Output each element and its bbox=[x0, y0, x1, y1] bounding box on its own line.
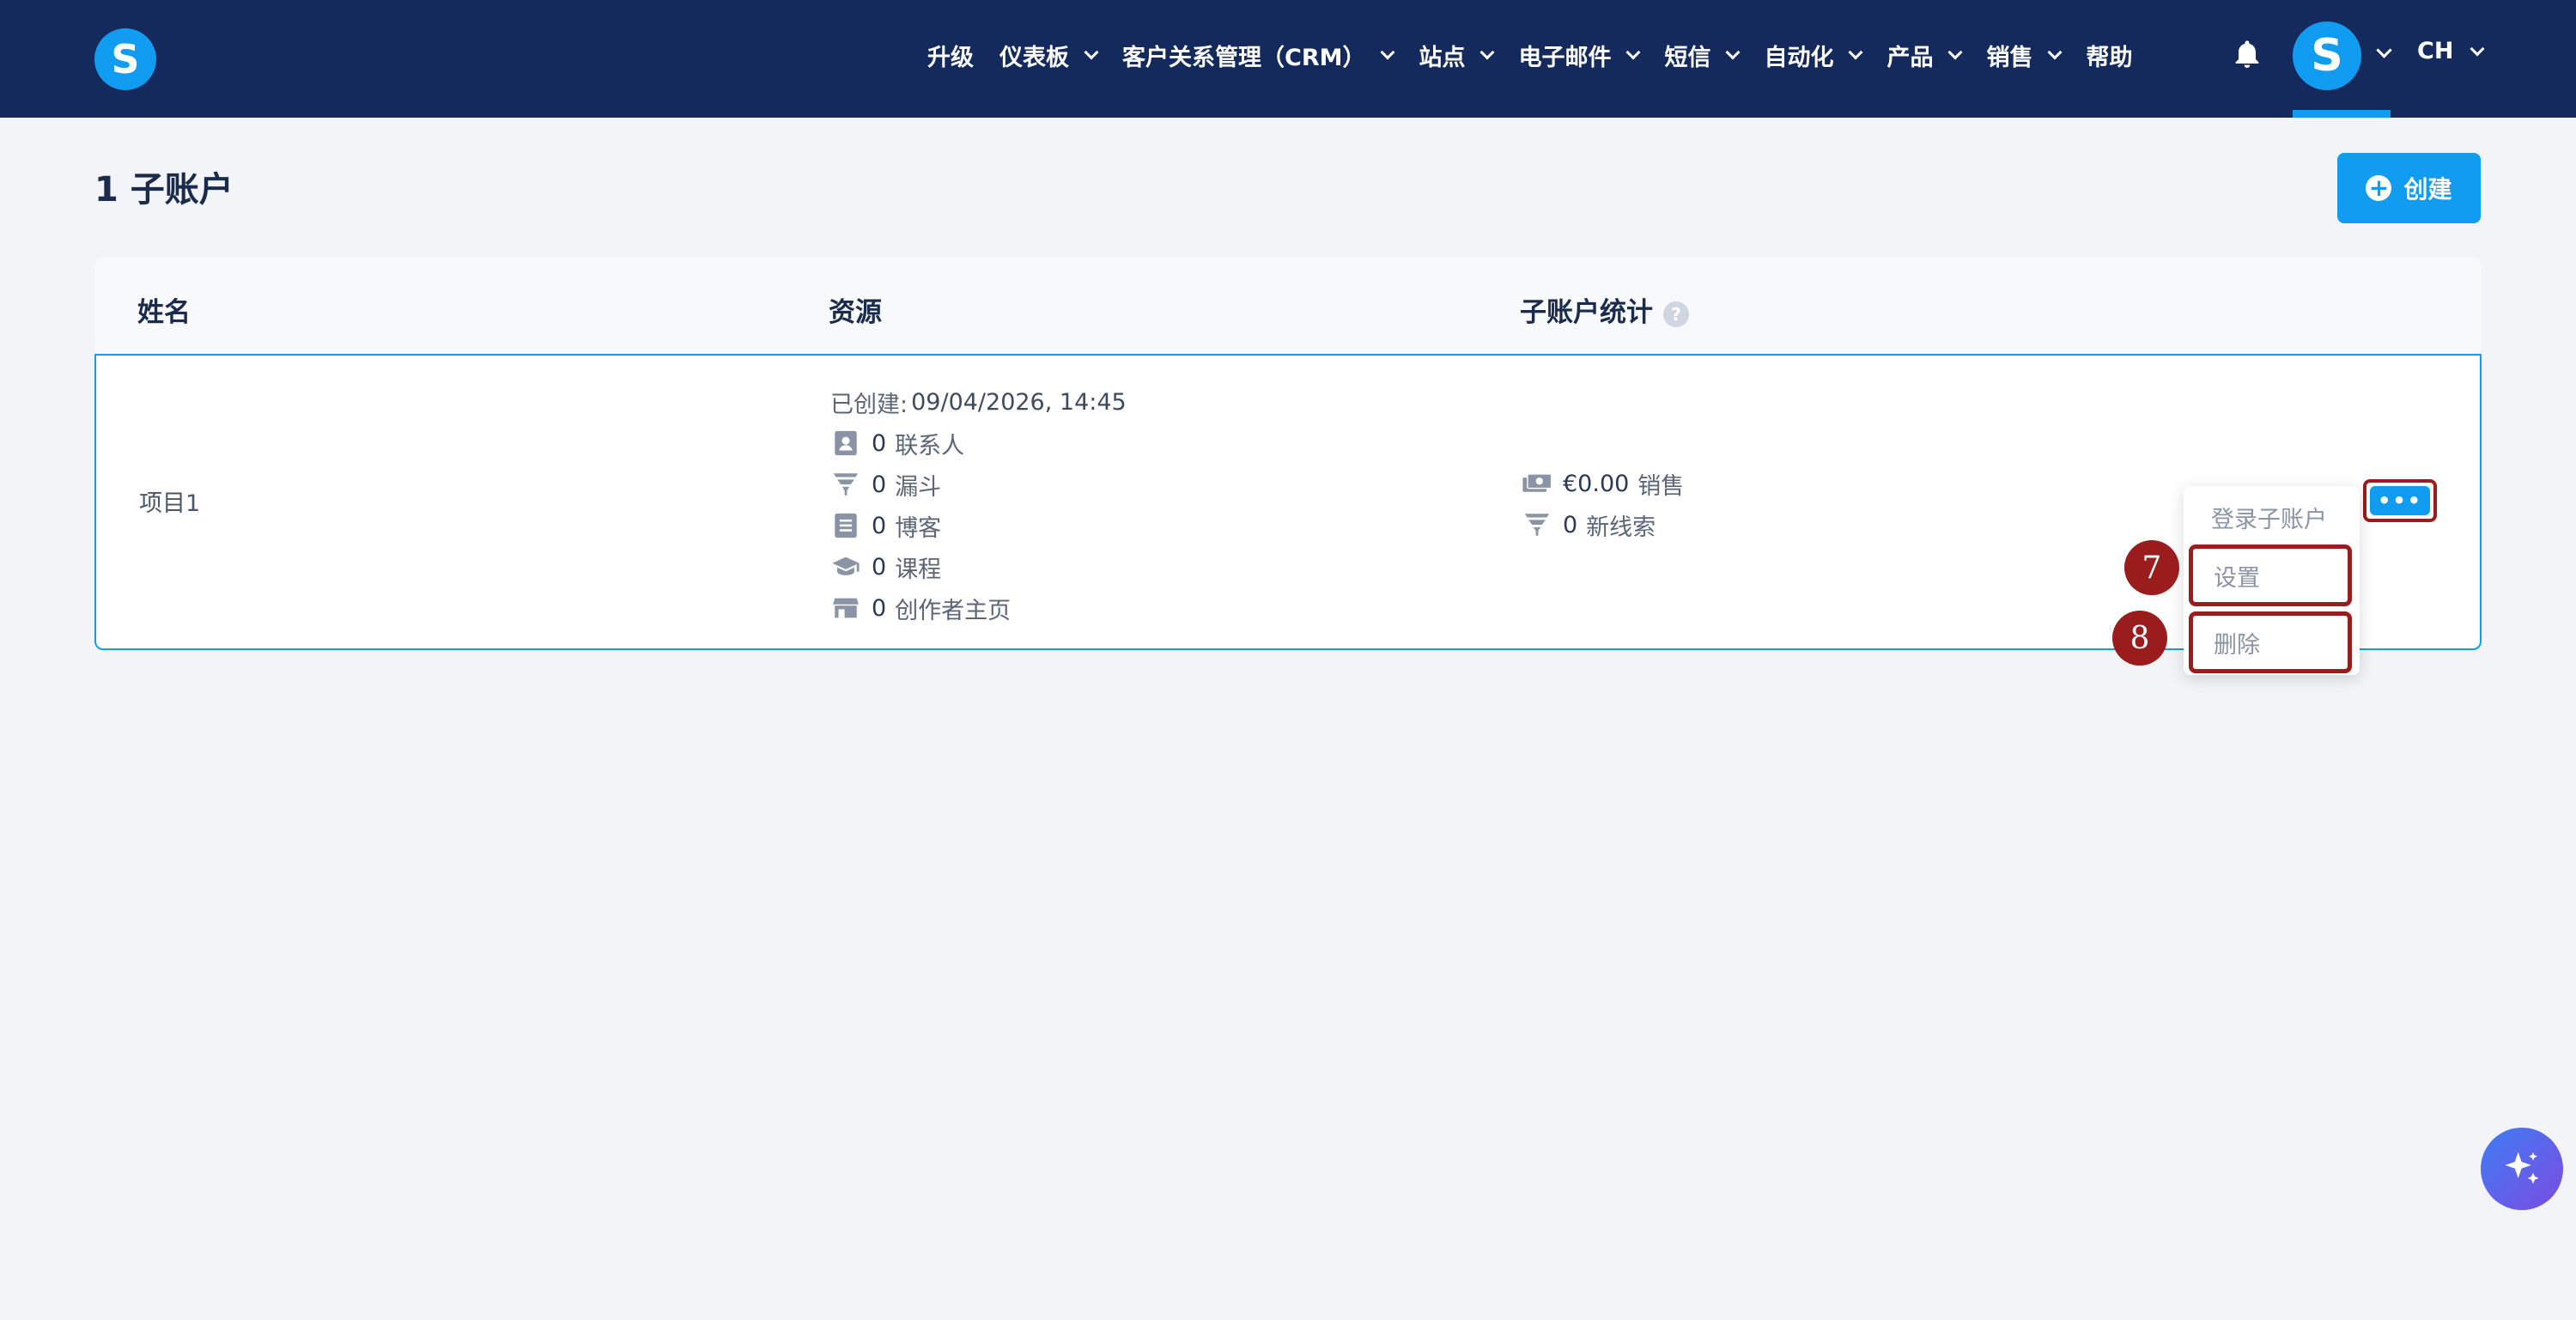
nav-item-label: 站点 bbox=[1419, 44, 1466, 71]
nav-item-label: 电子邮件 bbox=[1518, 44, 1612, 71]
nav-item-label: 仪表板 bbox=[999, 44, 1069, 71]
table-header: 姓名 资源 子账户统计? bbox=[94, 258, 2482, 354]
created-line: 已创建: 09/04/2026, 14:45 bbox=[830, 381, 1127, 423]
more-icon: ••• bbox=[2370, 486, 2430, 515]
nav-item-sms[interactable]: 短信 bbox=[1664, 39, 1741, 72]
nav-item-dashboard[interactable]: 仪表板 bbox=[999, 39, 1099, 72]
chevron-down-icon bbox=[1084, 45, 1099, 60]
nav-item-upgrade[interactable]: 升级 bbox=[927, 39, 974, 72]
resource-count: 0 bbox=[872, 429, 887, 457]
funnel-icon bbox=[1522, 509, 1552, 540]
blog-icon bbox=[830, 510, 861, 541]
language-label: CH bbox=[2417, 38, 2454, 64]
row-actions-menu: 登录子账户 设置 删除 bbox=[2184, 486, 2360, 675]
store-icon bbox=[830, 593, 861, 624]
menu-item-settings[interactable]: 设置 bbox=[2189, 544, 2352, 606]
resource-label: 博客 bbox=[895, 514, 942, 542]
annotation-badge: 8 bbox=[2112, 611, 2167, 666]
nav-item-label: 销售 bbox=[1986, 44, 2033, 71]
created-value: 09/04/2026, 14:45 bbox=[911, 388, 1127, 416]
stat-item: 0 新线索 bbox=[1522, 504, 1684, 545]
create-button[interactable]: + 创建 bbox=[2337, 153, 2481, 223]
stat-count: 0 bbox=[1563, 511, 1578, 538]
subaccount-name: 项目1 bbox=[139, 490, 201, 517]
stat-label: 销售 bbox=[1637, 472, 1685, 500]
resource-item: 0 课程 bbox=[830, 546, 1127, 587]
nav-item-label: 产品 bbox=[1886, 44, 1934, 71]
chevron-down-icon bbox=[1947, 45, 1963, 60]
resource-label: 联系人 bbox=[895, 432, 965, 459]
chevron-down-icon bbox=[1725, 45, 1741, 60]
resource-label: 创作者主页 bbox=[895, 597, 1012, 624]
nav-item-automation[interactable]: 自动化 bbox=[1764, 39, 1863, 72]
more-actions-button[interactable]: ••• bbox=[2363, 479, 2437, 522]
nav-item-email[interactable]: 电子邮件 bbox=[1518, 39, 1641, 72]
stats-cell: €0.00 销售 0 新线索 bbox=[1522, 463, 1684, 545]
table-row: 项目1 已创建: 09/04/2026, 14:45 0 联系人 0 漏斗 0 … bbox=[94, 354, 2482, 650]
top-nav: S 升级 仪表板 客户关系管理（CRM） 站点 电子邮件 短信 自动化 产品 销… bbox=[0, 0, 2576, 118]
resource-item: 0 创作者主页 bbox=[830, 587, 1127, 629]
brand-logo[interactable]: S bbox=[94, 28, 156, 90]
resource-count: 0 bbox=[872, 553, 887, 581]
contact-icon bbox=[830, 428, 861, 459]
ai-assistant-button[interactable] bbox=[2481, 1128, 2563, 1210]
nav-item-help[interactable]: 帮助 bbox=[2086, 39, 2132, 72]
nav-item-label: 短信 bbox=[1664, 44, 1711, 71]
resource-count: 0 bbox=[872, 471, 887, 498]
stat-count: €0.00 bbox=[1563, 470, 1630, 497]
funnel-icon bbox=[830, 469, 861, 500]
resource-item: 0 联系人 bbox=[830, 423, 1127, 464]
page-title: 1 子账户 bbox=[94, 170, 234, 210]
menu-item-login-subaccount[interactable]: 登录子账户 bbox=[2184, 486, 2360, 548]
nav-item-sites[interactable]: 站点 bbox=[1419, 39, 1495, 72]
resource-count: 0 bbox=[872, 512, 887, 539]
chevron-down-icon bbox=[2470, 41, 2485, 56]
column-header-stats: 子账户统计? bbox=[1520, 290, 1689, 329]
resource-label: 漏斗 bbox=[895, 473, 942, 501]
stat-label: 新线索 bbox=[1586, 514, 1656, 541]
chevron-down-icon[interactable] bbox=[2376, 42, 2392, 58]
annotation-badge: 7 bbox=[2124, 540, 2179, 595]
column-header-resources: 资源 bbox=[829, 297, 882, 328]
help-icon[interactable]: ? bbox=[1663, 301, 1689, 327]
create-button-label: 创建 bbox=[2403, 175, 2452, 204]
resource-label: 课程 bbox=[895, 556, 942, 583]
resource-count: 0 bbox=[872, 594, 887, 622]
logo-letter: S bbox=[111, 36, 140, 82]
bell-icon[interactable] bbox=[2230, 38, 2264, 72]
chevron-down-icon bbox=[2047, 45, 2063, 60]
resources-cell: 已创建: 09/04/2026, 14:45 0 联系人 0 漏斗 0 博客 0… bbox=[830, 381, 1127, 629]
nav-menu: 升级 仪表板 客户关系管理（CRM） 站点 电子邮件 短信 自动化 产品 销售 … bbox=[927, 0, 2158, 110]
language-selector[interactable]: CH bbox=[2417, 38, 2485, 64]
money-icon bbox=[1522, 468, 1552, 499]
avatar[interactable]: S bbox=[2293, 21, 2361, 90]
created-label: 已创建: bbox=[830, 391, 908, 418]
nav-item-sales[interactable]: 销售 bbox=[1986, 39, 2063, 72]
chevron-down-icon bbox=[1848, 45, 1863, 60]
sparkle-icon bbox=[2505, 1152, 2539, 1184]
nav-item-crm[interactable]: 客户关系管理（CRM） bbox=[1122, 39, 1395, 72]
column-header-stats-label: 子账户统计 bbox=[1520, 297, 1653, 328]
chevron-down-icon bbox=[1625, 45, 1641, 60]
resource-item: 0 漏斗 bbox=[830, 464, 1127, 505]
nav-item-label: 自动化 bbox=[1764, 44, 1834, 71]
chevron-down-icon bbox=[1479, 45, 1495, 60]
active-indicator bbox=[2293, 110, 2391, 118]
stat-item: €0.00 销售 bbox=[1522, 463, 1684, 504]
plus-circle-icon: + bbox=[2366, 175, 2392, 201]
course-icon bbox=[830, 551, 861, 582]
nav-item-label: 帮助 bbox=[2086, 44, 2133, 71]
nav-item-label: 客户关系管理（CRM） bbox=[1122, 44, 1366, 71]
resource-item: 0 博客 bbox=[830, 505, 1127, 546]
menu-item-delete[interactable]: 删除 bbox=[2189, 611, 2352, 673]
column-header-name: 姓名 bbox=[137, 297, 191, 328]
nav-item-label: 升级 bbox=[927, 44, 974, 71]
chevron-down-icon bbox=[1380, 45, 1395, 60]
nav-item-products[interactable]: 产品 bbox=[1886, 39, 1963, 72]
avatar-letter: S bbox=[2311, 30, 2343, 82]
